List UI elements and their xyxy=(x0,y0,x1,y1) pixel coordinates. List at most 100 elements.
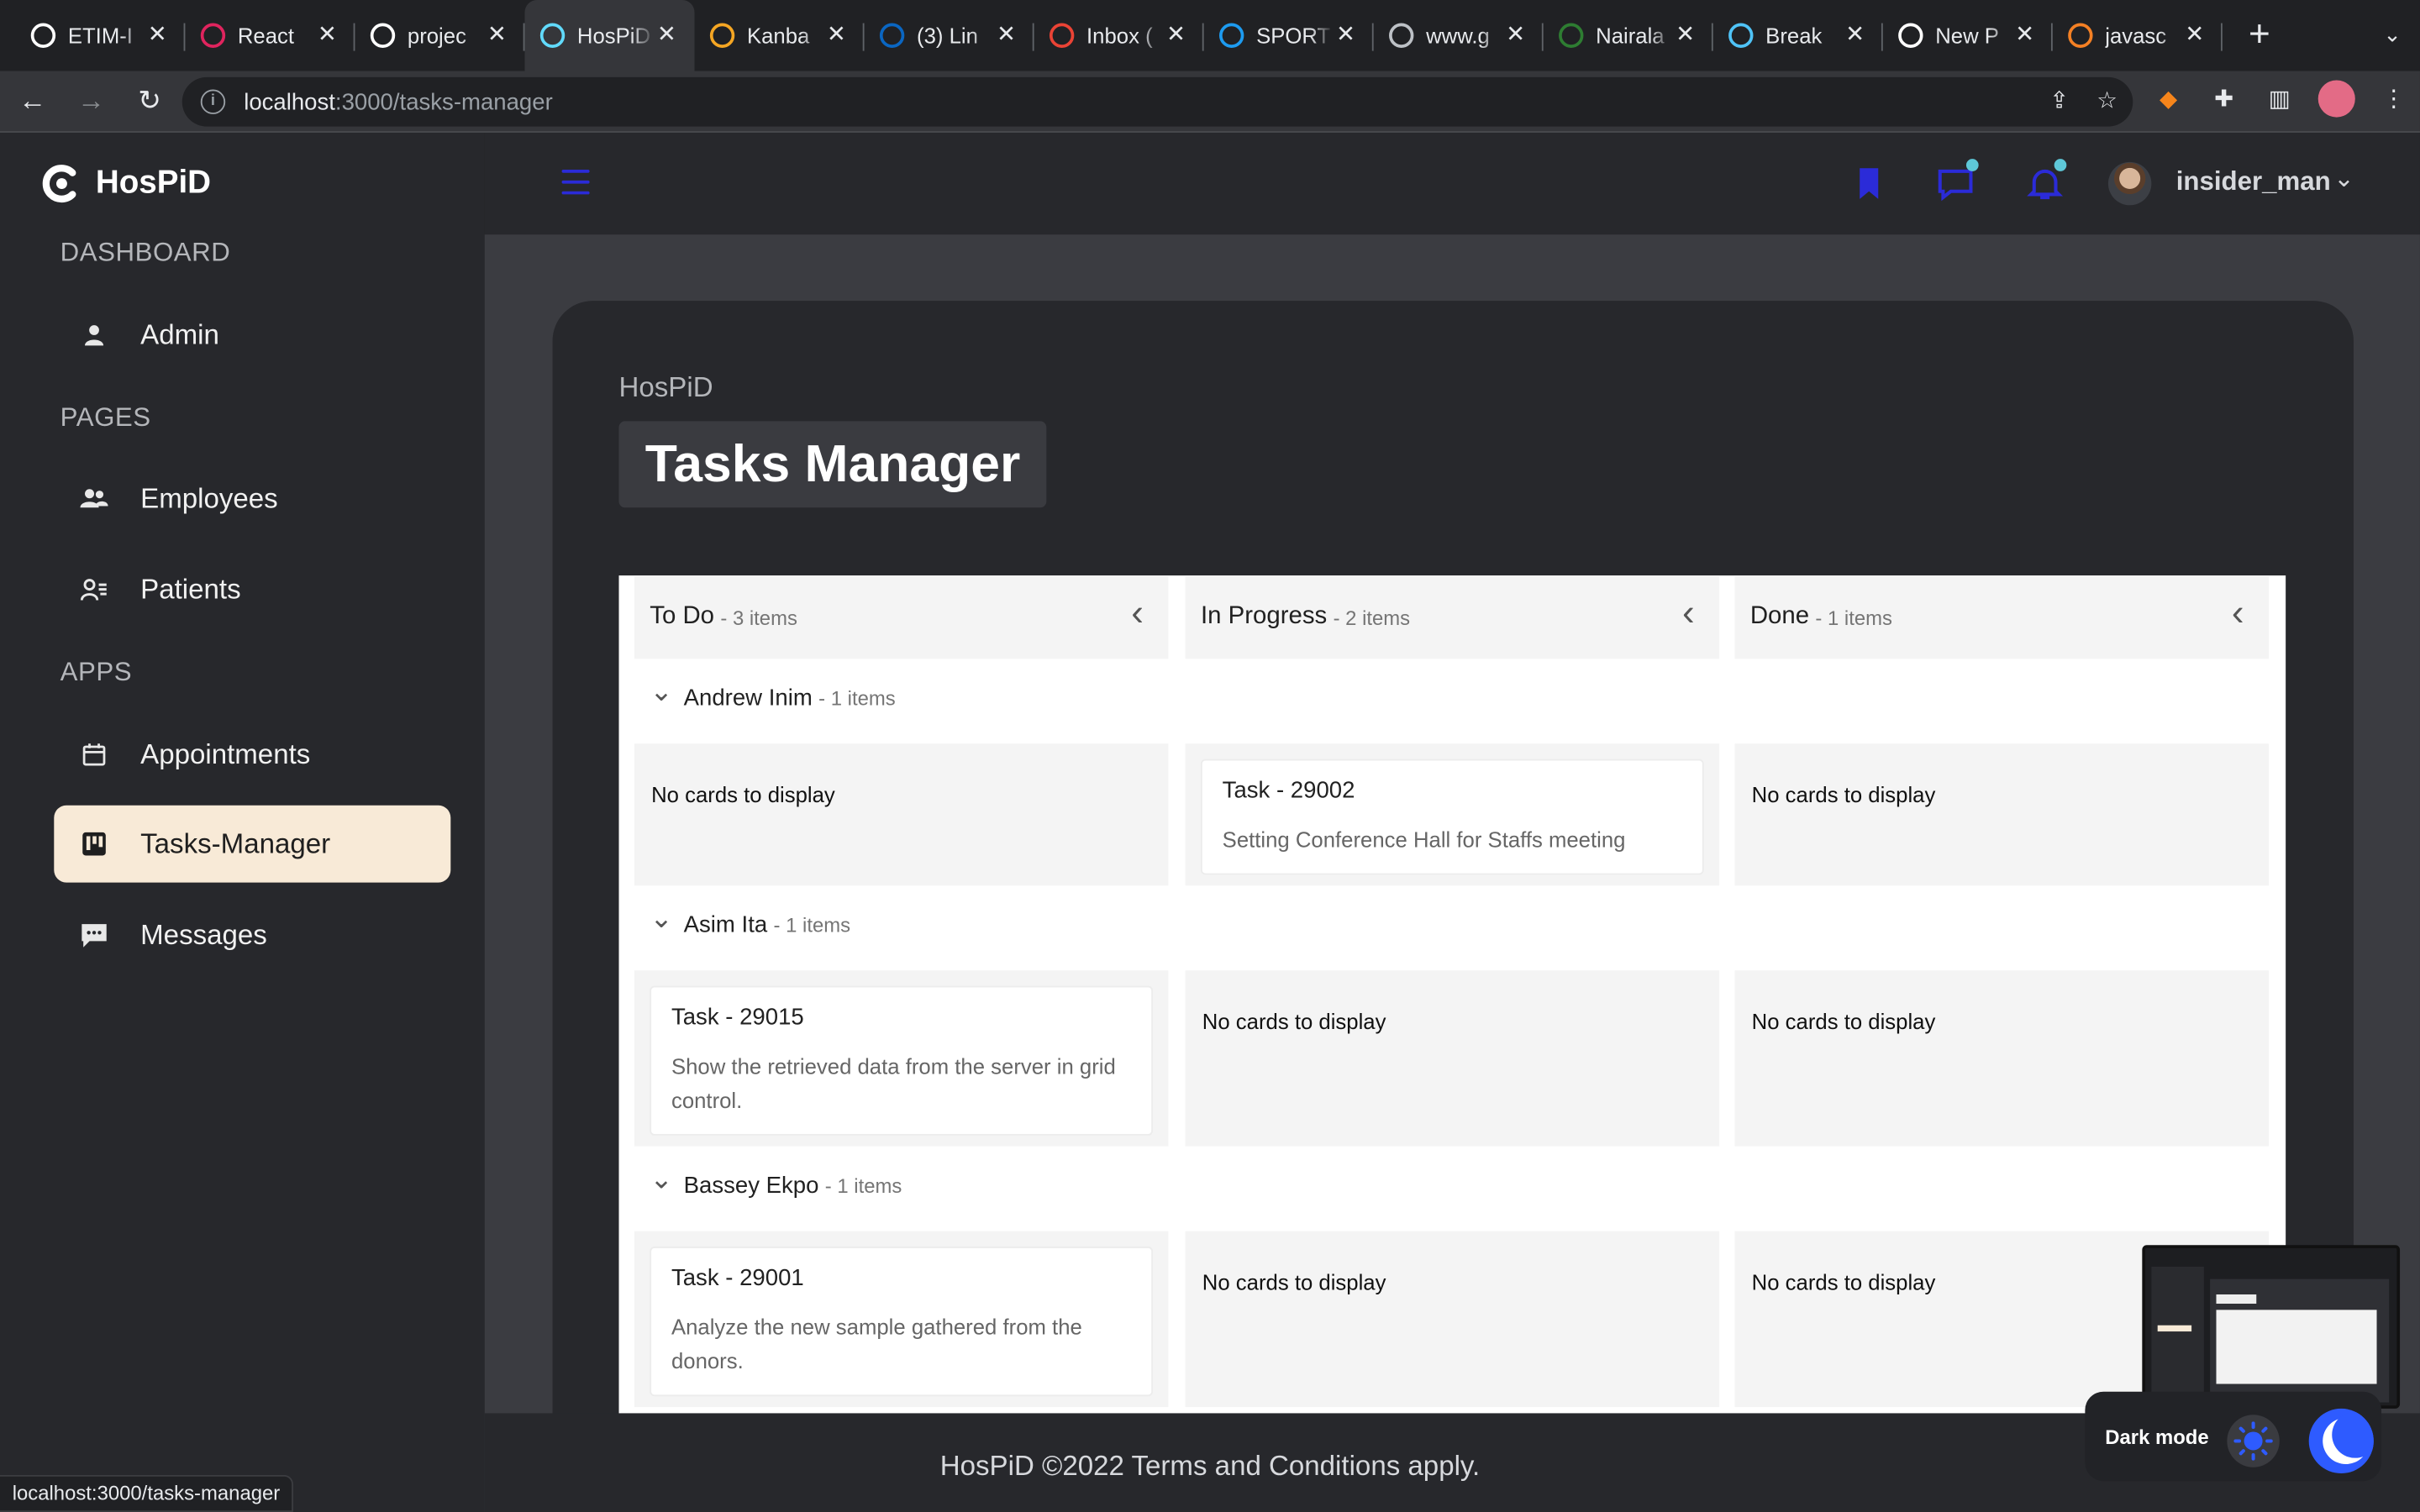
screen-root: ETIM-I ✕ React ✕ projec ✕ HosPiD ✕ Kanba ✕ (3) Lin… xyxy=(0,0,2420,1512)
browser-tab[interactable]: Break ✕ xyxy=(1713,0,1883,71)
kanban-cell: No cards to display xyxy=(1185,970,1720,1147)
address-url[interactable]: localhost:3000/tasks-manager xyxy=(244,89,553,115)
close-tab-icon[interactable]: ✕ xyxy=(2182,23,2207,48)
profile-avatar-icon[interactable] xyxy=(2317,80,2355,118)
chat-notification-dot xyxy=(1965,159,1979,171)
close-tab-icon[interactable]: ✕ xyxy=(1334,23,1358,48)
username-label[interactable]: insider_man xyxy=(2176,166,2331,197)
chevron-down-icon[interactable]: ⌄ xyxy=(650,675,683,708)
close-tab-icon[interactable]: ✕ xyxy=(1843,23,1867,48)
close-tab-icon[interactable]: ✕ xyxy=(1503,23,1528,48)
browser-tab[interactable]: javasc ✕ xyxy=(2053,0,2223,71)
browser-tab[interactable]: (3) Lin ✕ xyxy=(865,0,1034,71)
browser-tab[interactable]: Kanba ✕ xyxy=(695,0,865,71)
nairaland-icon xyxy=(1559,23,1584,48)
close-tab-icon[interactable]: ✕ xyxy=(1164,23,1188,48)
kanban-cell: No cards to display xyxy=(1734,970,2269,1147)
brand-logo-link[interactable]: HosPiD xyxy=(40,164,211,204)
browser-tab[interactable]: ETIM-I ✕ xyxy=(15,0,186,71)
column-count: - 2 items xyxy=(1333,605,1411,629)
tab-title: ETIM-I xyxy=(67,23,133,48)
swimlane-name: Andrew Inim xyxy=(683,685,813,711)
browser-tab[interactable]: www.g ✕ xyxy=(1374,0,1544,71)
reload-icon[interactable]: ↻ xyxy=(124,75,176,127)
browser-tab[interactable]: New P ✕ xyxy=(1883,0,2053,71)
empty-cell-message: No cards to display xyxy=(1751,1269,1936,1294)
side-panel-icon[interactable]: ▥ xyxy=(2263,81,2296,115)
close-tab-icon[interactable]: ✕ xyxy=(145,23,170,48)
theme-toggle: Dark mode xyxy=(2085,1391,2382,1482)
browser-tab[interactable]: SPORT ✕ xyxy=(1204,0,1374,71)
close-tab-icon[interactable]: ✕ xyxy=(1673,23,1697,48)
github-icon xyxy=(370,23,396,48)
task-card[interactable]: Task - 29002 Setting Conference Hall for … xyxy=(1202,760,1702,874)
sidebar-item-employees[interactable]: Employees xyxy=(54,459,450,537)
column-title: To Do xyxy=(650,603,715,630)
window-thumbnail-preview[interactable] xyxy=(2142,1245,2401,1409)
collapse-column-chevron-icon[interactable]: ‹ xyxy=(2232,592,2244,635)
swimlane-header[interactable]: ⌄ Bassey Ekpo - 1 items xyxy=(650,1163,902,1199)
task-card[interactable]: Task - 29015 Show the retrieved data from… xyxy=(651,987,1152,1134)
sidebar-item-admin[interactable]: Admin xyxy=(54,297,450,374)
close-tab-icon[interactable]: ✕ xyxy=(994,23,1018,48)
sun-icon[interactable] xyxy=(2227,1415,2280,1467)
close-tab-icon[interactable]: ✕ xyxy=(2012,23,2037,48)
browser-tab-strip: ETIM-I ✕ React ✕ projec ✕ HosPiD ✕ Kanba ✕ (3) Lin… xyxy=(0,0,2420,71)
globe-icon xyxy=(1389,23,1414,48)
browser-tab[interactable]: HosPiD ✕ xyxy=(524,0,695,71)
main-content: HosPiD Tasks Manager To Do - 3 items ‹ In P… xyxy=(484,234,2420,1512)
collapse-column-chevron-icon[interactable]: ‹ xyxy=(1131,592,1144,635)
forward-arrow-icon[interactable]: → xyxy=(65,75,117,127)
empty-cell-message: No cards to display xyxy=(1751,782,1936,807)
column-count: - 1 items xyxy=(1815,605,1892,629)
user-avatar[interactable] xyxy=(2107,161,2152,206)
sidebar-item-tasks-manager[interactable]: Tasks-Manager xyxy=(54,805,451,883)
share-icon[interactable]: ⇪ xyxy=(2049,87,2069,114)
empty-cell-message: No cards to display xyxy=(1202,1269,1386,1294)
bell-notification-dot xyxy=(2054,159,2067,171)
chevron-down-icon[interactable]: ⌄ xyxy=(650,902,683,935)
collapse-column-chevron-icon[interactable]: ‹ xyxy=(1682,592,1695,635)
browser-tab[interactable]: projec ✕ xyxy=(355,0,525,71)
empty-cell-message: No cards to display xyxy=(651,782,835,807)
task-card[interactable]: Task - 29001 Analyze the new sample gathe… xyxy=(651,1247,1152,1395)
kanban-column-header: In Progress - 2 items ‹ xyxy=(1185,575,1720,659)
gear-icon xyxy=(1728,23,1754,48)
browser-tab[interactable]: Nairala ✕ xyxy=(1544,0,1713,71)
new-tab-button[interactable]: + xyxy=(2235,11,2285,60)
browser-tab[interactable]: Inbox ( ✕ xyxy=(1034,0,1204,71)
tab-title: javasc xyxy=(2105,23,2167,48)
swimlane-header[interactable]: ⌄ Andrew Inim - 1 items xyxy=(650,675,895,711)
url-path: :3000/tasks-manager xyxy=(334,88,553,115)
bookmark-icon[interactable] xyxy=(1849,164,1889,204)
close-tab-icon[interactable]: ✕ xyxy=(485,23,509,48)
close-tab-icon[interactable]: ✕ xyxy=(824,23,849,48)
back-arrow-icon[interactable]: ← xyxy=(6,75,58,127)
task-card-title: Task - 29001 xyxy=(671,1265,804,1292)
browser-tab[interactable]: React ✕ xyxy=(185,0,355,71)
site-info-icon[interactable]: i xyxy=(200,89,226,114)
kanban-cell: Task - 29015 Show the retrieved data from… xyxy=(634,970,1169,1147)
tab-search-chevron-icon[interactable]: ⌄ xyxy=(2383,22,2402,48)
sidebar-item-patients[interactable]: Patients xyxy=(54,551,450,628)
chevron-down-icon[interactable]: ⌄ xyxy=(2333,164,2354,195)
sidebar-item-messages[interactable]: Messages xyxy=(54,896,450,974)
react-icon xyxy=(539,23,566,48)
url-host: localhost xyxy=(244,88,335,115)
sidebar-item-appointments[interactable]: Appointments xyxy=(54,716,450,793)
calendar-icon xyxy=(81,741,108,769)
close-tab-icon[interactable]: ✕ xyxy=(655,23,679,48)
address-bar[interactable]: i localhost:3000/tasks-manager ⇪ ☆ xyxy=(182,76,2133,127)
moon-icon[interactable] xyxy=(2308,1408,2374,1474)
chevron-down-icon[interactable]: ⌄ xyxy=(650,1163,683,1196)
metamask-icon[interactable]: ◆ xyxy=(2151,81,2185,115)
bookmark-star-icon[interactable]: ☆ xyxy=(2096,87,2118,114)
sidebar-item-label: Employees xyxy=(140,481,278,513)
swimlane-header[interactable]: ⌄ Asim Ita - 1 items xyxy=(650,902,850,937)
puzzle-extensions-icon[interactable]: ✚ xyxy=(2207,81,2240,115)
close-tab-icon[interactable]: ✕ xyxy=(315,23,339,48)
hamburger-menu-icon[interactable] xyxy=(561,170,590,195)
github-icon xyxy=(30,23,56,48)
tab-title: Inbox ( xyxy=(1086,23,1153,48)
kebab-menu-icon[interactable]: ⋮ xyxy=(2377,81,2411,115)
